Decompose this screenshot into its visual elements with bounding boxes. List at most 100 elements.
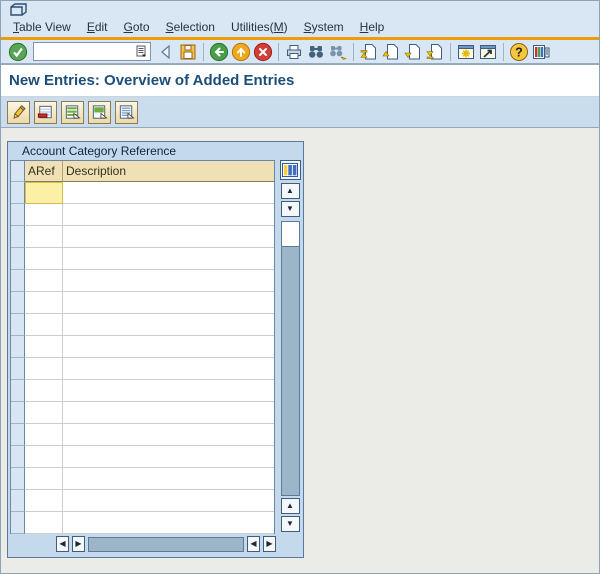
row-selector-cell[interactable] (11, 358, 25, 380)
cell-description[interactable] (63, 226, 274, 248)
enter-button[interactable] (7, 41, 29, 63)
row-selector-cell[interactable] (11, 380, 25, 402)
cell-aref[interactable] (25, 204, 63, 226)
cell-description[interactable] (63, 358, 274, 380)
menu-selection[interactable]: Selection (158, 18, 223, 36)
scroll-left-button-right[interactable]: ◀ (247, 536, 260, 552)
cell-aref[interactable] (25, 182, 63, 204)
cell-description[interactable] (63, 402, 274, 424)
row-selector-cell[interactable] (11, 314, 25, 336)
row-selector-cell[interactable] (11, 490, 25, 512)
scroll-right-button[interactable]: ▶ (72, 536, 85, 552)
previous-page-button[interactable] (380, 41, 402, 63)
save-button[interactable] (177, 41, 199, 63)
cell-description[interactable] (63, 490, 274, 512)
row-selector-cell[interactable] (11, 270, 25, 292)
menu-system[interactable]: System (296, 18, 352, 36)
menu-help[interactable]: Help (352, 18, 393, 36)
select-block-button[interactable] (88, 100, 111, 124)
cell-description[interactable] (63, 270, 274, 292)
cell-description[interactable] (63, 380, 274, 402)
cell-aref[interactable] (25, 402, 63, 424)
cell-description[interactable] (63, 446, 274, 468)
cell-aref[interactable] (25, 424, 63, 446)
command-field[interactable] (33, 42, 151, 61)
scroll-left-button[interactable]: ◀ (56, 536, 69, 552)
select-all-button[interactable] (61, 100, 84, 124)
cell-aref[interactable] (25, 314, 63, 336)
printer-icon (287, 44, 301, 59)
help-button[interactable]: ? (508, 41, 530, 63)
menu-edit[interactable]: Edit (79, 18, 116, 36)
find-next-button[interactable] (327, 41, 349, 63)
row-selector-cell[interactable] (11, 424, 25, 446)
change-button[interactable] (7, 100, 30, 124)
cell-description[interactable] (63, 248, 274, 270)
table-row (11, 358, 274, 380)
menu-goto[interactable]: Goto (116, 18, 158, 36)
cell-aref[interactable] (25, 358, 63, 380)
next-page-button[interactable] (402, 41, 424, 63)
system-menu-icon[interactable] (9, 3, 29, 17)
column-header-description[interactable]: Description (63, 161, 274, 182)
cell-aref[interactable] (25, 270, 63, 292)
column-header-aref[interactable]: ARef (25, 161, 63, 182)
cell-description[interactable] (63, 314, 274, 336)
back-nav-button[interactable] (208, 41, 230, 63)
table-config-button[interactable] (279, 160, 301, 180)
command-history-dropdown[interactable] (136, 44, 149, 59)
vertical-scroll-thumb[interactable] (281, 246, 299, 495)
back-button[interactable] (155, 41, 177, 63)
customize-layout-button[interactable] (530, 41, 552, 63)
page-last-icon (426, 43, 442, 59)
menu-utilities[interactable]: Utilities(M) (223, 18, 296, 36)
first-page-button[interactable] (358, 41, 380, 63)
find-button[interactable] (305, 41, 327, 63)
last-page-button[interactable] (424, 41, 446, 63)
row-selector-cell[interactable] (11, 292, 25, 314)
cell-description[interactable] (63, 182, 274, 204)
cell-aref[interactable] (25, 292, 63, 314)
row-selector-cell[interactable] (11, 446, 25, 468)
select-all-corner-cell[interactable] (11, 161, 25, 182)
cell-description[interactable] (63, 468, 274, 490)
cell-description[interactable] (63, 424, 274, 446)
create-shortcut-button[interactable] (477, 41, 499, 63)
cell-aref[interactable] (25, 490, 63, 512)
row-selector-cell[interactable] (11, 182, 25, 204)
cell-aref[interactable] (25, 226, 63, 248)
cell-description[interactable] (63, 204, 274, 226)
deselect-all-button[interactable] (115, 100, 138, 124)
cell-aref[interactable] (25, 380, 63, 402)
table-row (11, 402, 274, 424)
row-selector-cell[interactable] (11, 468, 25, 490)
cell-aref[interactable] (25, 468, 63, 490)
exit-button[interactable] (230, 41, 252, 63)
cancel-button[interactable] (252, 41, 274, 63)
print-button[interactable] (283, 41, 305, 63)
cell-aref[interactable] (25, 248, 63, 270)
new-session-button[interactable] (455, 41, 477, 63)
scroll-up-button[interactable]: ▲ (280, 183, 300, 199)
row-selector-cell[interactable] (11, 226, 25, 248)
cell-aref[interactable] (25, 512, 63, 534)
scroll-up-button-bottom[interactable]: ▲ (280, 498, 300, 514)
row-selector-cell[interactable] (11, 336, 25, 358)
row-selector-cell[interactable] (11, 512, 25, 534)
cell-description[interactable] (63, 512, 274, 534)
scroll-down-button-bottom[interactable]: ▼ (280, 516, 300, 532)
cell-aref[interactable] (25, 336, 63, 358)
row-selector-cell[interactable] (11, 402, 25, 424)
row-selector-cell[interactable] (11, 248, 25, 270)
scroll-down-button[interactable]: ▼ (280, 201, 300, 217)
row-selector-cell[interactable] (11, 204, 25, 226)
cell-description[interactable] (63, 336, 274, 358)
menu-table-view[interactable]: Table View (5, 18, 79, 36)
window-burst-icon (458, 44, 474, 59)
cell-description[interactable] (63, 292, 274, 314)
delete-row-button[interactable] (34, 100, 57, 124)
cell-aref[interactable] (25, 446, 63, 468)
scroll-right-button-right[interactable]: ▶ (263, 536, 276, 552)
vertical-scroll-track[interactable] (280, 221, 300, 496)
horizontal-scroll-thumb[interactable] (88, 536, 244, 552)
